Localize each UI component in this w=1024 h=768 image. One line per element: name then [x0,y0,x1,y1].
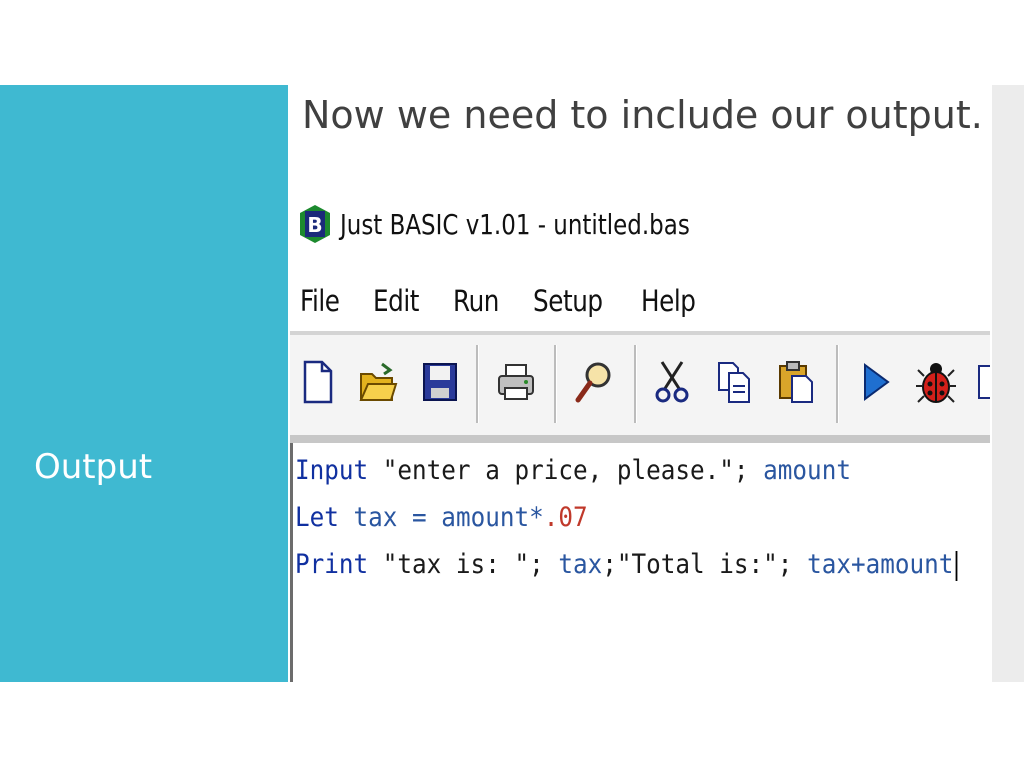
menu-setup[interactable]: Setup [533,284,603,318]
code-variable: tax [558,549,603,580]
code-string: "enter a price, please."; [368,455,764,486]
toolbar-separator [476,345,479,423]
just-basic-app-icon: B [300,205,330,243]
code-variable: tax+amount [807,549,954,580]
find-icon[interactable] [572,353,616,411]
code-keyword: Print [295,549,369,580]
debug-icon[interactable] [914,353,958,411]
cut-icon[interactable] [650,353,694,411]
copy-icon[interactable] [712,353,756,411]
code-keyword: Input [295,455,369,486]
code-keyword: Let [295,502,339,533]
sidebar-title: Output [34,447,153,487]
menu-run[interactable]: Run [453,284,499,318]
code-variable: tax = amount* [338,502,544,533]
toolbar-separator [836,345,839,423]
code-line-1: Input "enter a price, please."; amount [295,455,851,486]
code-number: .07 [543,502,588,533]
toolbar-bottom-border [290,435,990,443]
sidebar-panel: Output [0,85,288,682]
just-basic-window: B Just BASIC v1.01 - untitled.bas File E… [290,185,990,682]
menu-bar: File Edit Run Setup Help [300,280,731,322]
menu-help[interactable]: Help [641,284,696,318]
app-icon-letter: B [307,213,322,237]
open-folder-icon[interactable] [356,353,400,411]
save-icon[interactable] [418,353,462,411]
menu-file[interactable]: File [300,284,340,318]
window-title: Just BASIC v1.01 - untitled.bas [340,207,690,241]
code-variable: amount [763,455,851,486]
code-line-3: Print "tax is: "; tax;"Total is:"; tax+a… [295,549,957,581]
new-file-icon[interactable] [296,353,340,411]
toolbar [290,335,990,435]
run-icon[interactable] [854,353,898,411]
print-icon[interactable] [494,353,538,411]
toolbar-separator [554,345,557,423]
menu-edit[interactable]: Edit [373,284,419,318]
window-titlebar: B Just BASIC v1.01 - untitled.bas [300,200,767,248]
code-string: "tax is: "; [368,549,559,580]
toolbar-separator [634,345,637,423]
slide-heading: Now we need to include our output. [302,93,983,137]
right-edge-bar [992,85,1024,682]
code-line-2: Let tax = amount*.07 [295,502,588,533]
code-editor[interactable]: Input "enter a price, please."; amount L… [290,443,990,682]
text-cursor [955,550,957,581]
paste-icon[interactable] [774,353,818,411]
code-string: ;"Total is:"; [602,549,808,580]
next-toolbar-icon[interactable] [978,353,990,411]
